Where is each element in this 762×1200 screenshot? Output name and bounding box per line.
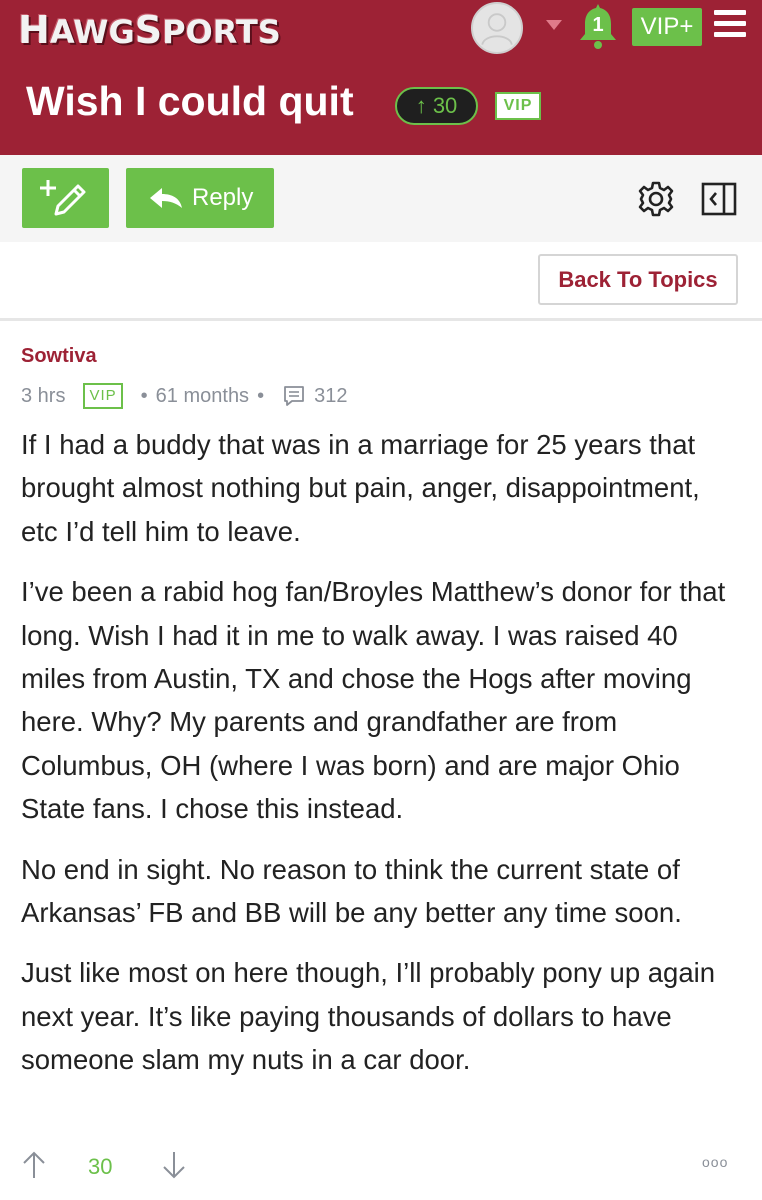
back-to-topics-button[interactable]: Back To Topics [538, 254, 738, 305]
post-paragraph: Just like most on here though, I’ll prob… [21, 957, 716, 1076]
thread-score: 30 [432, 93, 458, 118]
downvote-icon[interactable] [162, 1150, 186, 1180]
upvote-arrow-icon: ↑ [415, 93, 427, 118]
gear-icon[interactable] [637, 180, 675, 218]
author-vip-badge: VIP [83, 383, 123, 409]
post-paragraph: If I had a buddy that was in a marriage … [21, 429, 700, 547]
upvote-icon[interactable] [22, 1150, 46, 1180]
post-body: If I had a buddy that was in a marriage … [21, 423, 741, 1099]
user-avatar[interactable] [471, 2, 523, 54]
author-post-count: 312 [314, 384, 348, 407]
vip-plus-button[interactable]: VIP+ [632, 8, 702, 46]
post-time: 3 hrs [21, 384, 66, 407]
more-options-icon[interactable]: ooo [702, 1154, 728, 1170]
reply-arrow-icon [150, 188, 182, 208]
panel-collapse-icon[interactable] [701, 182, 737, 216]
thread-score-badge: ↑ 30 [395, 87, 478, 125]
thread-toolbar: Reply [0, 155, 762, 242]
meta-separator: • [257, 384, 265, 407]
account-dropdown-caret-icon[interactable] [546, 20, 562, 30]
site-header: HAWGSPORTS 1 VIP+ Wish I could quit ↑ 30… [0, 0, 762, 155]
thread-vip-badge: VIP [495, 92, 541, 120]
reply-button[interactable]: Reply [126, 168, 274, 228]
divider [0, 318, 762, 321]
menu-icon[interactable] [714, 10, 746, 38]
post-author[interactable]: Sowtiva [21, 345, 97, 368]
new-post-icon [40, 180, 86, 216]
reply-label: Reply [192, 184, 254, 211]
new-post-button[interactable] [22, 168, 109, 228]
meta-separator: • [140, 384, 148, 407]
post-score: 30 [88, 1154, 113, 1179]
site-logo[interactable]: HAWGSPORTS [18, 8, 281, 52]
post-paragraph: No end in sight. No reason to think the … [21, 853, 682, 929]
notification-count: 1 [592, 14, 604, 36]
thread-title: Wish I could quit [26, 78, 354, 124]
post-meta: 3 hrs VIP • 61 months • 312 [21, 382, 347, 410]
author-tenure: 61 months [155, 384, 250, 407]
post-footer: 30 ooo [0, 1140, 762, 1190]
post-count-icon [284, 386, 304, 406]
avatar-placeholder-icon [481, 13, 513, 45]
post-paragraph: I’ve been a rabid hog fan/Broyles Matthe… [21, 576, 726, 825]
